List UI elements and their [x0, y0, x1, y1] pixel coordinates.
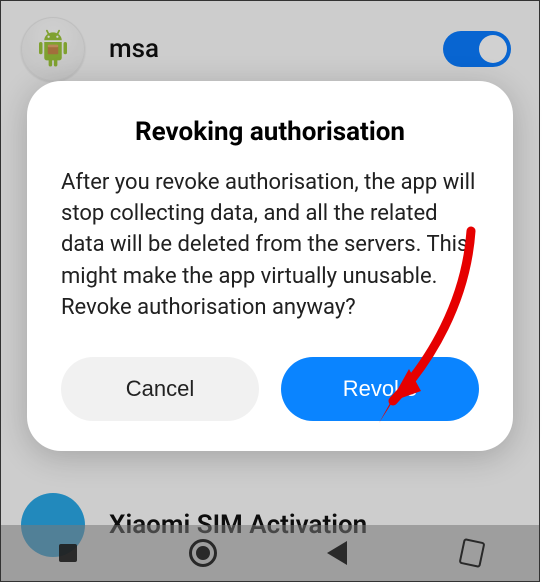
- dialog-body: After you revoke authorisation, the app …: [61, 167, 479, 323]
- dialog-title: Revoking authorisation: [61, 117, 479, 147]
- nav-back-icon[interactable]: [319, 535, 355, 571]
- nav-bar: [1, 525, 539, 581]
- nav-rotate-icon[interactable]: [454, 535, 490, 571]
- revoke-button[interactable]: Revoke: [281, 357, 479, 421]
- cancel-button[interactable]: Cancel: [61, 357, 259, 421]
- dialog-actions: Cancel Revoke: [61, 357, 479, 421]
- nav-recent-icon[interactable]: [50, 535, 86, 571]
- nav-home-icon[interactable]: [185, 535, 221, 571]
- revoke-dialog: Revoking authorisation After you revoke …: [27, 81, 513, 451]
